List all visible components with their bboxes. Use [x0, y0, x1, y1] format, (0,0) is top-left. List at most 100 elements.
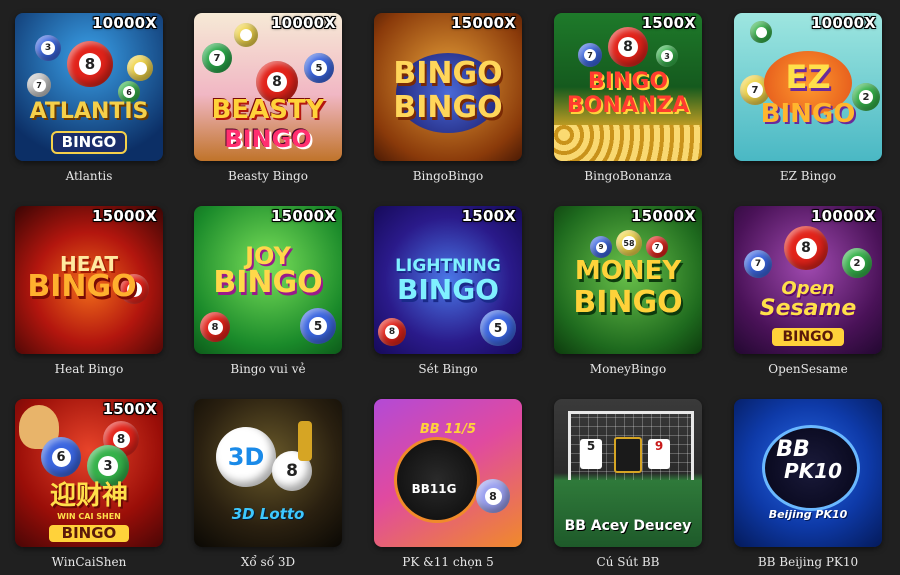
game-logo-sub: Sesame — [759, 296, 857, 321]
game-title[interactable]: EZ Bingo — [724, 169, 892, 183]
game-thumbnail[interactable]: 3D 8 3D Lotto — [194, 399, 342, 547]
game-title[interactable]: Sét Bingo — [364, 362, 532, 376]
game-thumbnail[interactable]: BB PK10 Beijing PK10 — [734, 399, 882, 547]
bingo-ball-icon: 7 — [27, 73, 51, 97]
game-thumbnail[interactable]: 10000X 7 8 5 BEASTY BINGO — [194, 13, 342, 161]
game-logo: BINGO — [587, 69, 669, 94]
bingo-ball-icon: 8 — [378, 318, 406, 346]
game-thumbnail[interactable]: 15000X 9 58 7 MONEY BINGO — [554, 206, 702, 354]
game-card-bb-beijing-pk10[interactable]: BB PK10 Beijing PK10 BB Beijing PK10 — [734, 399, 882, 575]
bingo-ball-icon: 7 — [744, 250, 772, 278]
game-card-lightning-bingo[interactable]: 1500X LIGHTNING BINGO 8 5 Sét Bingo — [374, 206, 522, 386]
game-title[interactable]: BB Beijing PK10 — [724, 555, 892, 569]
bingo-ball-icon: 8 — [200, 312, 230, 342]
game-thumbnail[interactable]: 15000X BINGO BINGO — [374, 13, 522, 161]
game-thumbnail[interactable]: 5 9 BB Acey Deucey — [554, 399, 702, 547]
game-logo: MONEY — [574, 256, 682, 286]
game-title[interactable]: Cú Sút BB — [544, 555, 712, 569]
game-logo-sub: BINGO — [573, 285, 683, 320]
multiplier-badge: 10000X — [92, 14, 157, 32]
game-card-atlantis[interactable]: 10000X 3 8 7 6 ATLANTIS BINGO Atlantis — [15, 13, 163, 193]
game-thumbnail[interactable]: BB 11/5 BB11G 8 — [374, 399, 522, 547]
bingo-ball-icon: 7 — [646, 236, 668, 258]
bingo-ball-icon: 5 — [300, 308, 336, 344]
game-logo-sub: BONANZA — [566, 93, 690, 118]
bingo-ball-icon: 8 — [784, 226, 828, 270]
game-logo: BB11G — [411, 482, 457, 496]
game-card-opensesame[interactable]: 10000X 8 7 2 Open Sesame BINGO OpenSesam… — [734, 206, 882, 386]
game-thumbnail[interactable]: 1500X 8 6 3 迎财神 WIN CAI SHEN BINGO — [15, 399, 163, 547]
game-title[interactable]: OpenSesame — [724, 362, 892, 376]
game-card-bingobingo[interactable]: 15000X BINGO BINGO BingoBingo — [374, 13, 522, 193]
game-thumbnail[interactable]: 10000X 3 8 7 6 ATLANTIS BINGO — [15, 13, 163, 161]
game-title[interactable]: Xổ số 3D — [184, 555, 352, 569]
game-title[interactable]: BingoBonanza — [544, 169, 712, 183]
game-card-joy-bingo[interactable]: 15000X JOY BINGO 8 5 Bingo vui vẻ — [194, 206, 342, 386]
game-logo: BB — [776, 437, 810, 462]
game-card-wincaishen[interactable]: 1500X 8 6 3 迎财神 WIN CAI SHEN BINGO WinCa… — [15, 399, 163, 575]
bingo-ball-icon: 6 — [41, 437, 81, 477]
game-card-pk-11-5[interactable]: BB 11/5 BB11G 8 PK &11 chọn 5 — [374, 399, 522, 575]
bingo-ball-icon — [750, 21, 772, 43]
bingo-ball-icon: 7 — [202, 43, 232, 73]
game-logo-sub: BINGO — [393, 90, 503, 125]
bingo-ball-icon — [127, 55, 153, 81]
game-thumbnail[interactable]: 15000X JOY BINGO 8 5 — [194, 206, 342, 354]
game-logo-sub: WIN CAI SHEN — [57, 512, 121, 521]
game-title[interactable]: Heat Bingo — [5, 362, 173, 376]
game-thumbnail[interactable]: 15000X HEAT BINGO 8 — [15, 206, 163, 354]
multiplier-badge: 15000X — [92, 207, 157, 225]
multiplier-badge: 10000X — [811, 14, 876, 32]
multiplier-badge: 15000X — [451, 14, 516, 32]
game-thumbnail[interactable]: 10000X 7 2 EZ BINGO — [734, 13, 882, 161]
bingo-ball-icon — [234, 23, 258, 47]
bingo-ball-icon: 7 — [578, 43, 602, 67]
multiplier-badge: 10000X — [271, 14, 336, 32]
game-title[interactable]: Beasty Bingo — [184, 169, 352, 183]
game-logo-sub: BINGO — [27, 269, 137, 304]
game-logo: BB Acey Deucey — [564, 518, 692, 534]
game-logo: 迎财神 — [49, 481, 128, 511]
game-card-heat-bingo[interactable]: 15000X HEAT BINGO 8 Heat Bingo — [15, 206, 163, 386]
multiplier-badge: 1500X — [102, 400, 157, 418]
game-title[interactable]: WinCaiShen — [5, 555, 173, 569]
game-logo-sub: BINGO — [224, 125, 312, 153]
lotto-ball-icon: 3D — [216, 427, 276, 487]
multiplier-badge: 15000X — [631, 207, 696, 225]
bingo-ball-icon: 5 — [480, 310, 516, 346]
game-title[interactable]: MoneyBingo — [544, 362, 712, 376]
game-logo-header: BB 11/5 — [419, 422, 477, 437]
gold-coins-decoration — [554, 125, 702, 161]
game-thumbnail[interactable]: 1500X 8 7 3 BINGO BONANZA — [554, 13, 702, 161]
game-logo-badge: BINGO — [49, 525, 129, 542]
bingo-ball-icon: 8 — [476, 479, 510, 513]
game-card-ez-bingo[interactable]: 10000X 7 2 EZ BINGO EZ Bingo — [734, 13, 882, 193]
game-card-bingobonanza[interactable]: 1500X 8 7 3 BINGO BONANZA BingoBonanza — [554, 13, 702, 193]
game-logo-sub: BINGO — [397, 273, 499, 306]
game-card-cu-sut-bb[interactable]: 5 9 BB Acey Deucey Cú Sút BB — [554, 399, 702, 575]
emblem-decoration — [394, 437, 480, 523]
game-thumbnail[interactable]: 10000X 8 7 2 Open Sesame BINGO — [734, 206, 882, 354]
game-logo: BEASTY — [211, 95, 325, 125]
game-card-money-bingo[interactable]: 15000X 9 58 7 MONEY BINGO MoneyBingo — [554, 206, 702, 386]
game-card-beasty-bingo[interactable]: 10000X 7 8 5 BEASTY BINGO Beasty Bingo — [194, 13, 342, 193]
playing-card-icon: 5 — [580, 439, 602, 469]
game-thumbnail[interactable]: 1500X LIGHTNING BINGO 8 5 — [374, 206, 522, 354]
multiplier-badge: 1500X — [641, 14, 696, 32]
multiplier-badge: 1500X — [461, 207, 516, 225]
game-card-lotto-3d[interactable]: 3D 8 3D Lotto Xổ số 3D — [194, 399, 342, 575]
game-logo-caption: Beijing PK10 — [768, 508, 848, 521]
game-title[interactable]: BingoBingo — [364, 169, 532, 183]
game-logo: BINGO — [393, 56, 503, 91]
game-title[interactable]: Bingo vui vẻ — [184, 362, 352, 376]
multiplier-badge: 15000X — [271, 207, 336, 225]
playing-card-icon: 9 — [648, 439, 670, 469]
game-title[interactable]: Atlantis — [5, 169, 173, 183]
game-title[interactable]: PK &11 chọn 5 — [364, 555, 532, 569]
bingo-ball-icon: 3 — [656, 45, 678, 67]
game-logo: EZ — [785, 58, 831, 96]
multiplier-badge: 10000X — [811, 207, 876, 225]
game-logo-sub: BINGO — [760, 99, 856, 129]
bingo-ball-icon: 5 — [304, 53, 334, 83]
bingo-ball-icon: 3 — [35, 35, 61, 61]
